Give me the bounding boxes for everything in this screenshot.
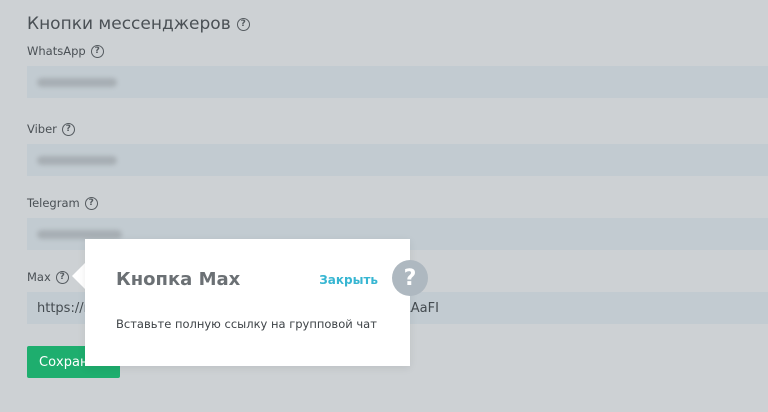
whatsapp-label-text: WhatsApp xyxy=(27,44,86,58)
max-label-text: Max xyxy=(27,270,51,284)
viber-label-text: Viber xyxy=(27,122,57,136)
section-title-text: Кнопки мессенджеров xyxy=(27,14,231,34)
telegram-label: Telegram ? xyxy=(27,196,98,210)
viber-input[interactable] xyxy=(27,144,768,176)
question-circle-icon[interactable]: ? xyxy=(90,44,104,58)
help-question-icon[interactable]: ? xyxy=(392,260,428,296)
popup-close-link[interactable]: Закрыть xyxy=(319,273,378,287)
question-circle-icon[interactable]: ? xyxy=(55,270,69,284)
blurred-value xyxy=(37,77,117,87)
max-input-value-start: https://r xyxy=(37,300,89,316)
popup-text: Вставьте полную ссылку на групповой чат xyxy=(116,317,377,331)
popup-arrow xyxy=(72,262,86,290)
question-circle-icon[interactable]: ? xyxy=(84,196,98,210)
viber-label: Viber ? xyxy=(27,122,75,136)
blurred-value xyxy=(37,155,117,165)
telegram-label-text: Telegram xyxy=(27,196,80,210)
section-title: Кнопки мессенджеров ? xyxy=(27,14,250,34)
question-circle-icon[interactable]: ? xyxy=(236,17,250,31)
max-label: Max ? xyxy=(27,270,69,284)
blurred-value xyxy=(37,229,122,239)
whatsapp-input[interactable] xyxy=(27,66,768,98)
whatsapp-label: WhatsApp ? xyxy=(27,44,104,58)
question-circle-icon[interactable]: ? xyxy=(61,122,75,136)
popup-title: Кнопка Max xyxy=(116,269,241,290)
help-popup: Кнопка Max Закрыть Вставьте полную ссылк… xyxy=(85,239,410,366)
